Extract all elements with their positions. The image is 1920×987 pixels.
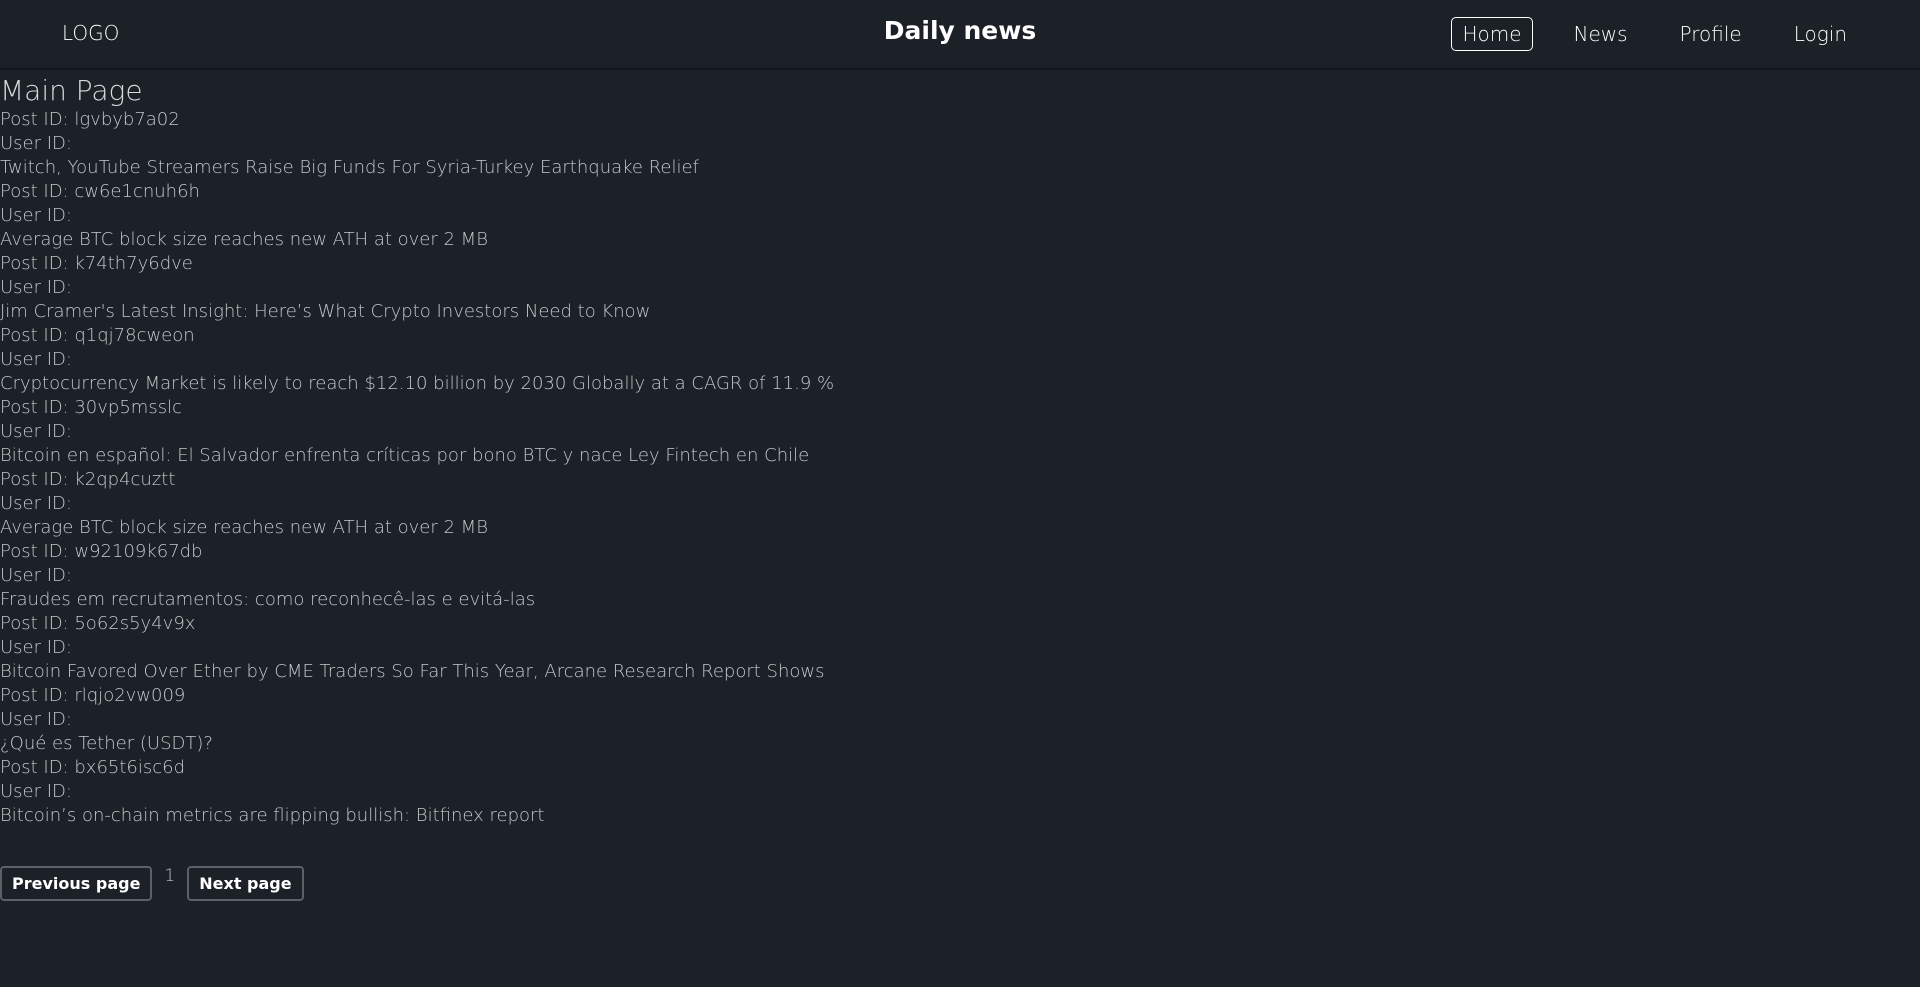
post-id-label: Post ID: — [0, 181, 69, 202]
post-id-label: Post ID: — [0, 325, 69, 346]
post-id: Post ID: lgvbyb7a02 — [0, 108, 1920, 132]
post-id: Post ID: 30vp5msslc — [0, 396, 1920, 420]
pagination: Previous page 1 Next page — [0, 866, 1920, 901]
user-id: User ID: — [0, 780, 1920, 804]
post-id-value: cw6e1cnuh6h — [74, 181, 200, 202]
user-id: User ID: — [0, 348, 1920, 372]
user-id: User ID: — [0, 132, 1920, 156]
post-id-value: 30vp5msslc — [74, 397, 182, 418]
post-item: Post ID: 30vp5msslc User ID: Bitcoin en e… — [0, 396, 1920, 468]
post-id-value: q1qj78cweon — [74, 325, 195, 346]
user-id-label: User ID: — [0, 637, 72, 658]
user-id: User ID: — [0, 636, 1920, 660]
user-id-label: User ID: — [0, 781, 72, 802]
post-id: Post ID: rlqjo2vw009 — [0, 684, 1920, 708]
post-id-value: k74th7y6dve — [74, 253, 193, 274]
post-id-value: lgvbyb7a02 — [74, 109, 180, 130]
post-id: Post ID: cw6e1cnuh6h — [0, 180, 1920, 204]
user-id-label: User ID: — [0, 493, 72, 514]
post-id-label: Post ID: — [0, 469, 69, 490]
post-title[interactable]: Average BTC block size reaches new ATH a… — [0, 516, 1920, 540]
post-title[interactable]: ¿Qué es Tether (USDT)? — [0, 732, 1920, 756]
post-id-label: Post ID: — [0, 109, 69, 130]
post-title[interactable]: Bitcoin’s on-chain metrics are flipping … — [0, 804, 1920, 828]
next-page-button[interactable]: Next page — [187, 866, 304, 901]
page-number: 1 — [164, 866, 176, 886]
post-id-label: Post ID: — [0, 613, 69, 634]
post-id-value: k2qp4cuztt — [74, 469, 176, 490]
post-id-value: bx65t6isc6d — [74, 757, 186, 778]
post-item: Post ID: bx65t6isc6d User ID: Bitcoin’s o… — [0, 756, 1920, 828]
nav-profile[interactable]: Profile — [1669, 17, 1753, 51]
post-title[interactable]: Cryptocurrency Market is likely to reach… — [0, 372, 1920, 396]
post-title[interactable]: Bitcoin en español: El Salvador enfrenta… — [0, 444, 1920, 468]
post-id: Post ID: w92109k67db — [0, 540, 1920, 564]
user-id-label: User ID: — [0, 421, 72, 442]
post-item: Post ID: rlqjo2vw009 User ID: ¿Qué es Tet… — [0, 684, 1920, 756]
nav-login[interactable]: Login — [1783, 17, 1858, 51]
post-id: Post ID: q1qj78cweon — [0, 324, 1920, 348]
nav-home[interactable]: Home — [1451, 17, 1533, 51]
user-id: User ID: — [0, 276, 1920, 300]
post-id: Post ID: bx65t6isc6d — [0, 756, 1920, 780]
post-list: Post ID: lgvbyb7a02 User ID: Twitch, YouT… — [0, 108, 1920, 828]
user-id-label: User ID: — [0, 133, 72, 154]
user-id-label: User ID: — [0, 709, 72, 730]
post-title[interactable]: Bitcoin Favored Over Ether by CME Trader… — [0, 660, 1920, 684]
post-id: Post ID: k2qp4cuztt — [0, 468, 1920, 492]
post-title[interactable]: Average BTC block size reaches new ATH a… — [0, 228, 1920, 252]
post-item: Post ID: k74th7y6dve User ID: Jim Cramer'… — [0, 252, 1920, 324]
nav-news[interactable]: News — [1563, 17, 1639, 51]
post-id-value: w92109k67db — [74, 541, 203, 562]
user-id: User ID: — [0, 564, 1920, 588]
post-title[interactable]: Fraudes em recrutamentos: como reconhecê… — [0, 588, 1920, 612]
post-item: Post ID: cw6e1cnuh6h User ID: Average BTC… — [0, 180, 1920, 252]
user-id: User ID: — [0, 420, 1920, 444]
post-id-label: Post ID: — [0, 757, 69, 778]
user-id-label: User ID: — [0, 565, 72, 586]
post-item: Post ID: k2qp4cuztt User ID: Average BTC … — [0, 468, 1920, 540]
post-title[interactable]: Jim Cramer's Latest Insight: Here’s What… — [0, 300, 1920, 324]
main-content: Main Page Post ID: lgvbyb7a02 User ID: Tw… — [0, 74, 1920, 901]
post-id-value: 5o62s5y4v9x — [74, 613, 196, 634]
post-title[interactable]: Twitch, YouTube Streamers Raise Big Fund… — [0, 156, 1920, 180]
post-id-label: Post ID: — [0, 253, 69, 274]
main-nav: Home News Profile Login — [1451, 17, 1858, 51]
post-item: Post ID: q1qj78cweon User ID: Cryptocurre… — [0, 324, 1920, 396]
post-id-label: Post ID: — [0, 397, 69, 418]
previous-page-button[interactable]: Previous page — [0, 866, 153, 901]
user-id-label: User ID: — [0, 277, 72, 298]
post-item: Post ID: w92109k67db User ID: Fraudes em … — [0, 540, 1920, 612]
post-item: Post ID: lgvbyb7a02 User ID: Twitch, YouT… — [0, 108, 1920, 180]
navbar: LOGO Daily news Home News Profile Login — [0, 0, 1920, 70]
post-id-label: Post ID: — [0, 685, 69, 706]
post-id: Post ID: k74th7y6dve — [0, 252, 1920, 276]
user-id-label: User ID: — [0, 205, 72, 226]
post-id: Post ID: 5o62s5y4v9x — [0, 612, 1920, 636]
post-id-value: rlqjo2vw009 — [74, 685, 186, 706]
page-title: Main Page — [0, 74, 143, 107]
post-id-label: Post ID: — [0, 541, 69, 562]
user-id: User ID: — [0, 492, 1920, 516]
post-item: Post ID: 5o62s5y4v9x User ID: Bitcoin Fav… — [0, 612, 1920, 684]
user-id: User ID: — [0, 204, 1920, 228]
user-id-label: User ID: — [0, 349, 72, 370]
user-id: User ID: — [0, 708, 1920, 732]
